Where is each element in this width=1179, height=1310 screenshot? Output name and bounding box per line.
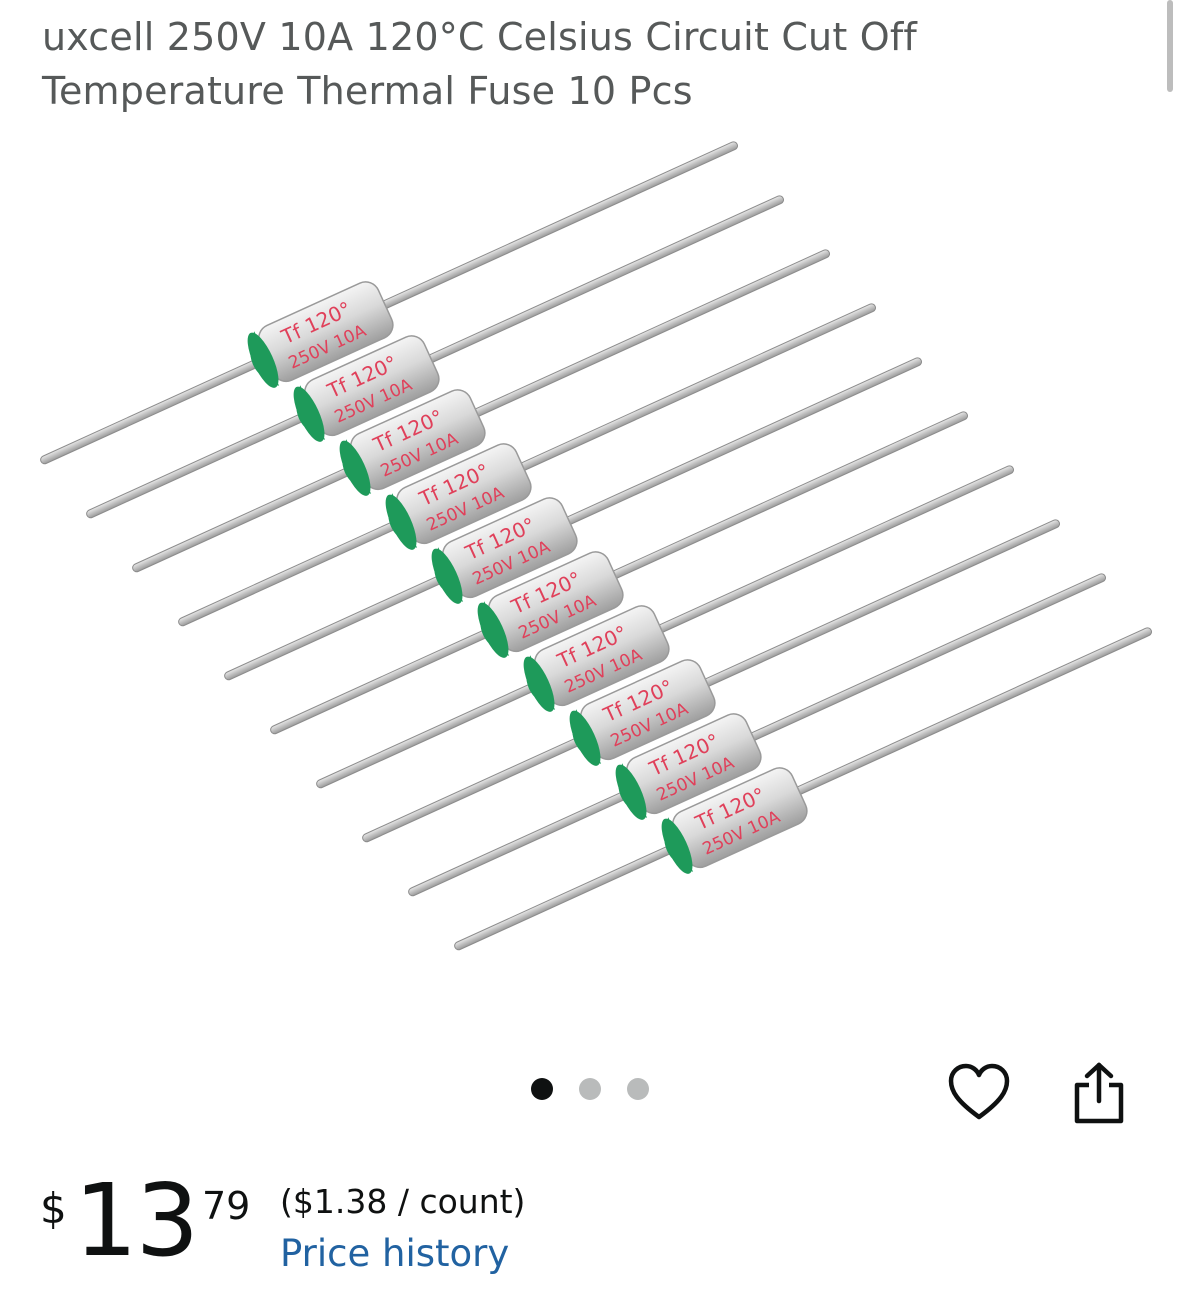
carousel-dot-2[interactable] (578, 1078, 601, 1100)
product-image[interactable]: Tf 120°250V 10ATf 120°250V 10ATf 120°250… (0, 120, 1179, 1000)
page-scrollbar[interactable] (1167, 0, 1173, 92)
heart-icon (948, 1063, 1010, 1120)
unit-price: ($1.38 / count) (280, 1182, 526, 1221)
wishlist-button[interactable] (944, 1058, 1014, 1128)
price-history-link[interactable]: Price history (280, 1232, 509, 1275)
share-button[interactable] (1064, 1058, 1134, 1128)
product-title: uxcell 250V 10A 120°C Celsius Circuit Cu… (42, 15, 917, 113)
carousel-dot-1[interactable] (530, 1078, 553, 1100)
price-currency-symbol: $ (40, 1184, 67, 1233)
share-icon (1074, 1062, 1124, 1124)
carousel-dot-3[interactable] (626, 1078, 649, 1100)
price-fraction: 79 (202, 1184, 251, 1228)
price-whole: 13 (74, 1162, 199, 1279)
